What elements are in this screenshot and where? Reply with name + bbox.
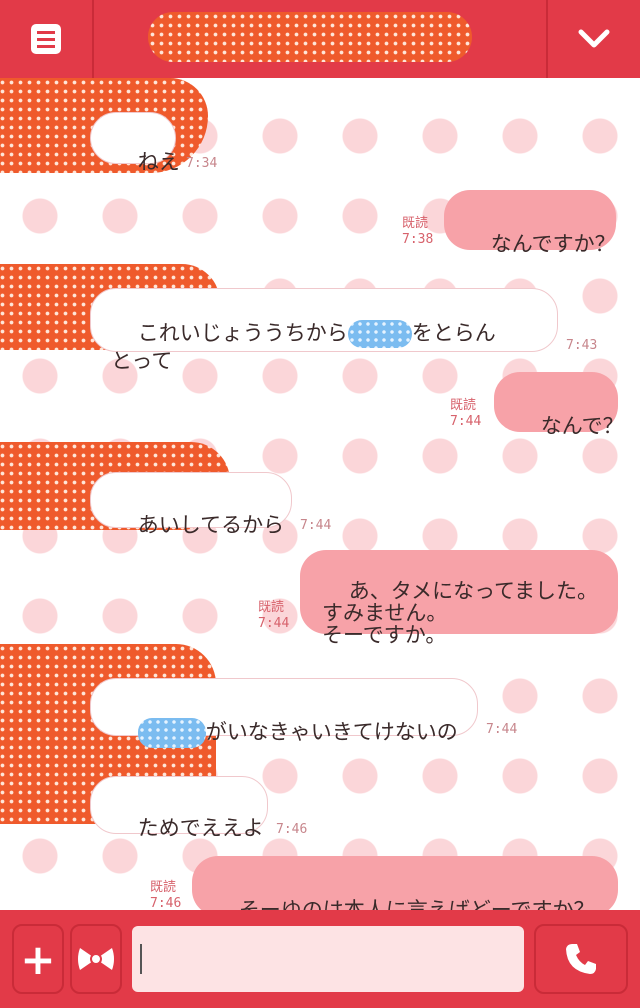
redacted-word: [347, 320, 412, 348]
message-time: 7:46: [276, 822, 308, 837]
incoming-message[interactable]: これいじょううちから をとらん とって: [90, 288, 558, 373]
outgoing-message[interactable]: あ、タメになってました。 すみません。 そーですか。: [300, 550, 618, 646]
outgoing-message[interactable]: なんで？: [494, 372, 624, 438]
phone-icon: [566, 944, 596, 974]
message-text: なんですか？: [490, 232, 616, 256]
message-text: ねえ: [137, 150, 180, 174]
input-bar: +: [0, 910, 640, 1008]
read-receipt: 既読 7:44: [258, 600, 290, 631]
message-time: 7:44: [486, 722, 518, 737]
incoming-message[interactable]: がいなきゃいきてけないの: [90, 678, 478, 748]
header-bar: [0, 0, 640, 78]
chat-area[interactable]: ねえ 7:34 既読 7:38 なんですか？ これいじょううちから をとらん とって…: [0, 78, 640, 910]
collapse-button[interactable]: [546, 0, 640, 78]
plus-icon: +: [20, 934, 56, 984]
call-button[interactable]: [534, 924, 628, 994]
incoming-message[interactable]: ためでええよ: [90, 776, 268, 840]
read-receipt: 既読 7:38: [402, 216, 434, 247]
message-text: がいなきゃいきてけないの: [205, 720, 458, 744]
message-time: 7:43: [566, 338, 598, 353]
message-time: 7:44: [300, 518, 332, 533]
incoming-message[interactable]: あいしてるから: [90, 472, 292, 537]
redacted-word: [137, 718, 206, 748]
message-text: ためでええよ: [137, 816, 264, 840]
menu-icon: [31, 24, 61, 54]
ribbon-bow-icon: [78, 948, 114, 970]
message-input[interactable]: [132, 926, 524, 992]
message-text: これいじょううちから: [137, 321, 348, 345]
sticker-button[interactable]: [70, 924, 122, 994]
menu-button[interactable]: [0, 0, 94, 78]
outgoing-message[interactable]: そーゆのは本人に言えばどーですか？: [192, 856, 618, 910]
message-text: あ、タメになってました。 すみません。 そーですか。: [322, 579, 598, 647]
outgoing-message[interactable]: なんですか？: [444, 190, 616, 256]
redacted-chat-title: [148, 12, 472, 62]
add-button[interactable]: +: [12, 924, 64, 994]
message-text: なんで？: [540, 414, 624, 438]
read-receipt: 既読 7:46: [150, 880, 182, 910]
read-receipt: 既読 7:44: [450, 398, 482, 429]
message-text: そーゆのは本人に言えばどーですか？: [238, 898, 595, 910]
incoming-message[interactable]: ねえ: [90, 112, 180, 174]
message-text: あいしてるから: [137, 513, 285, 537]
text-cursor: [140, 944, 142, 974]
message-time: 7:34: [186, 156, 218, 171]
chevron-down-icon: [578, 29, 610, 48]
